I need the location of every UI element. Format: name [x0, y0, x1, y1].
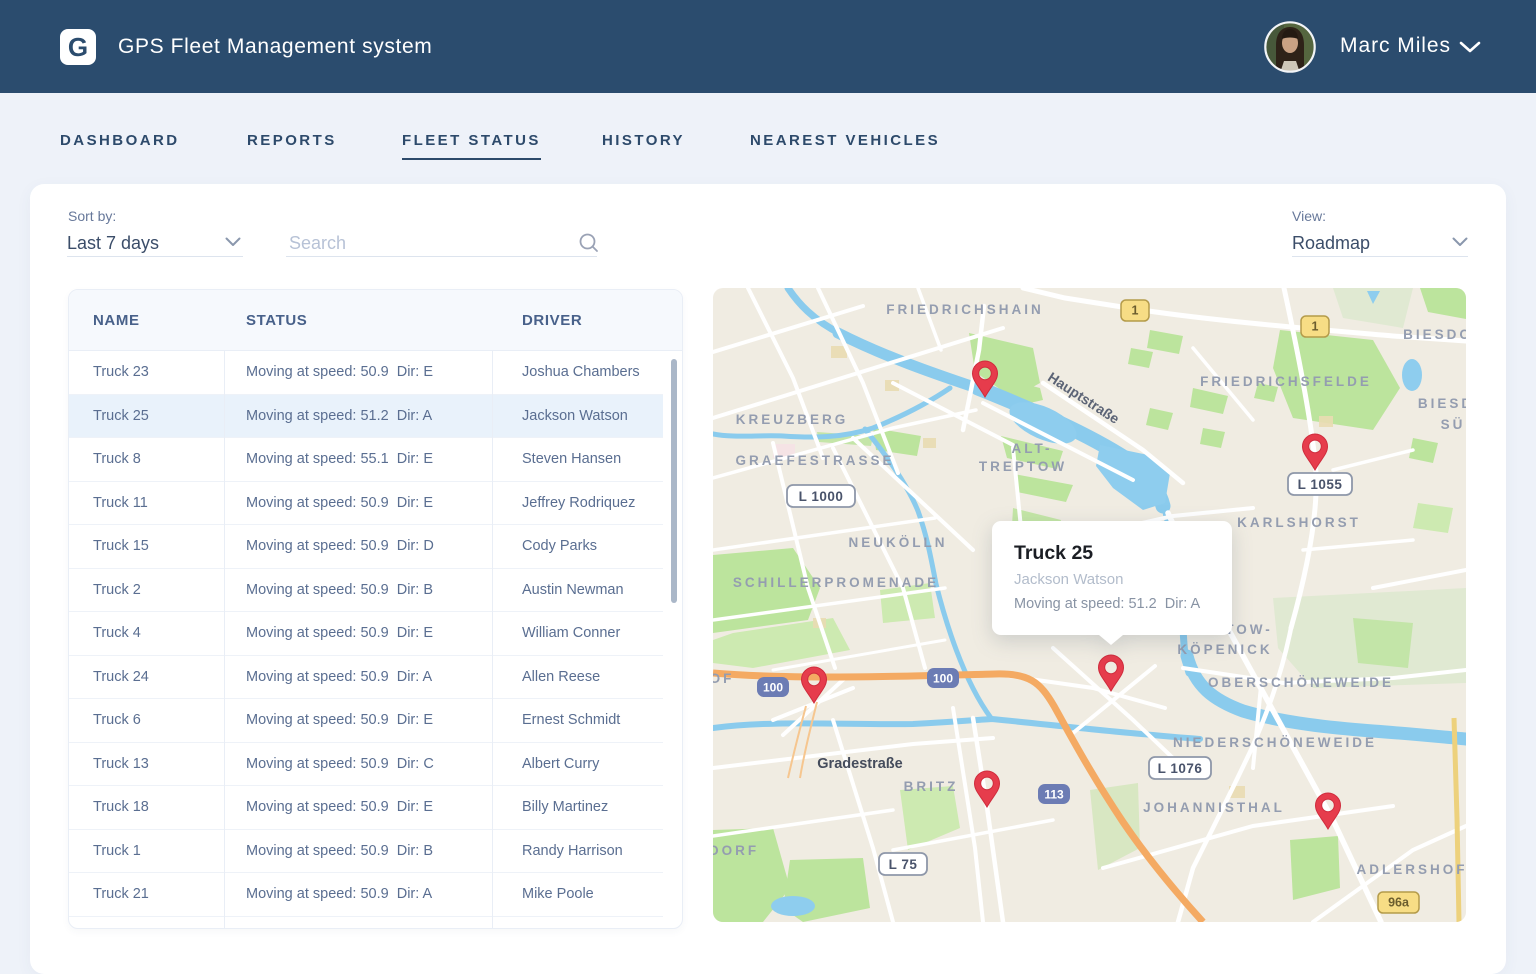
svg-text:DORF: DORF [713, 843, 759, 858]
svg-text:KARLSHORST: KARLSHORST [1237, 515, 1361, 530]
svg-text:FRIEDRICHSFELDE: FRIEDRICHSFELDE [1200, 374, 1372, 389]
svg-text:TREPTOW: TREPTOW [979, 459, 1067, 474]
svg-text:OBERSCHÖNEWEIDE: OBERSCHÖNEWEIDE [1208, 675, 1394, 690]
svg-text:ADLERSHOF: ADLERSHOF [1357, 862, 1467, 877]
svg-text:BIESD: BIESD [1418, 396, 1466, 411]
svg-text:Moving at speed: 51.2 Dir: A: Moving at speed: 51.2 Dir: A [1014, 596, 1201, 612]
svg-text:ALT-: ALT- [1012, 441, 1053, 456]
svg-text:FRIEDRICHSHAIN: FRIEDRICHSHAIN [886, 302, 1044, 317]
svg-text:TOW-: TOW- [1225, 622, 1272, 637]
svg-text:1: 1 [1312, 320, 1319, 334]
svg-text:Gradestraße: Gradestraße [817, 756, 902, 772]
svg-text:SCHILLERPROMENADE: SCHILLERPROMENADE [733, 575, 939, 590]
svg-text:96a: 96a [1388, 896, 1410, 910]
svg-text:L 1076: L 1076 [1158, 761, 1203, 776]
svg-text:L 1055: L 1055 [1298, 477, 1343, 492]
svg-text:Jackson Watson: Jackson Watson [1014, 571, 1124, 588]
svg-text:Truck 25: Truck 25 [1014, 542, 1093, 564]
svg-text:L 75: L 75 [889, 857, 918, 872]
svg-text:OF: OF [713, 671, 734, 686]
svg-text:GRAEFESTRASSE: GRAEFESTRASSE [735, 453, 894, 468]
svg-text:JOHANNISTHAL: JOHANNISTHAL [1143, 800, 1285, 815]
svg-text:113: 113 [1044, 788, 1064, 802]
svg-text:1: 1 [1132, 304, 1139, 318]
svg-text:BIESDO: BIESDO [1403, 327, 1466, 342]
svg-text:100: 100 [933, 672, 953, 686]
svg-text:100: 100 [763, 681, 783, 695]
svg-text:SÜ: SÜ [1441, 417, 1466, 432]
svg-text:KÖPENICK: KÖPENICK [1177, 642, 1272, 657]
svg-text:BRITZ: BRITZ [904, 779, 959, 794]
svg-text:NIEDERSCHÖNEWEIDE: NIEDERSCHÖNEWEIDE [1173, 735, 1377, 750]
svg-text:KREUZBERG: KREUZBERG [736, 412, 849, 427]
svg-text:L 1000: L 1000 [799, 489, 844, 504]
svg-text:NEUKÖLLN: NEUKÖLLN [849, 535, 948, 550]
